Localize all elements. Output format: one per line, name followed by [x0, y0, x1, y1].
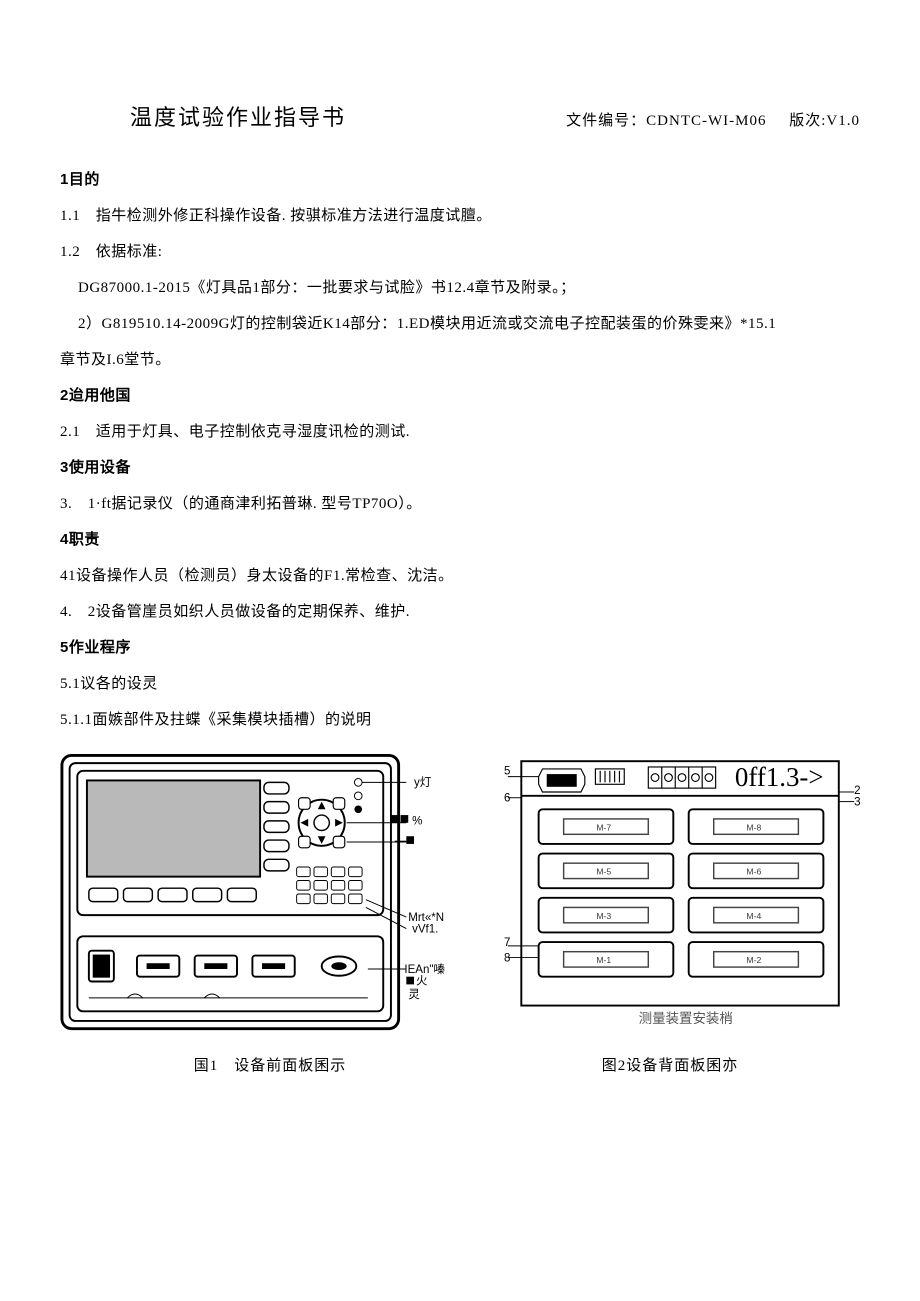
doc-meta: 文件编号：CDNTC-WI-M06 版次:V1.0 — [566, 109, 860, 130]
fig2-num-7: 7 — [504, 937, 510, 949]
fig1-annot-pct: % — [412, 816, 422, 828]
fig2-num-5: 5 — [504, 766, 510, 778]
figure-1-front-panel: y灯 % — Mrt«*N vVf1. IEAn"嗪 火 灵 — [60, 748, 464, 1038]
fig2-bottom-label: 测量装置安装梢 — [639, 1011, 733, 1026]
p-1-2a: DG87000.1-2015《灯具品1部分：一批要求与试脸》书12.4章节及附录… — [60, 270, 860, 306]
p-2-1: 2.1 适用于灯具、电子控制依克寻湿度讯检的测试. — [60, 414, 860, 450]
figure-2-caption: 图2设备背面板囷亦 — [480, 1054, 860, 1075]
fig1-annot-huo: 火 — [416, 974, 428, 987]
p-3-1: 3. 1·ft据记录仪（的通商津利拓普琳. 型号TP70O）。 — [60, 486, 860, 522]
slot-label-m3: M-3 — [596, 911, 611, 921]
p-1-1: 1.1 指牛检测外修正科操作设备. 按骐标准方法进行温度试膻。 — [60, 198, 860, 234]
slot-label-m2: M-2 — [746, 955, 761, 965]
fig2-top-label: 0ff1.3-> — [735, 762, 824, 792]
version-label: 版次: — [789, 113, 826, 129]
figure-1-caption: 国1 设备前面板囷示 — [60, 1054, 480, 1075]
fig1-annot-ydeng: y灯 — [414, 776, 432, 789]
p-5-1: 5.1议各的设灵 — [60, 666, 860, 702]
h-3: 3使用设备 — [60, 450, 860, 486]
fig2-num-6: 6 — [504, 793, 510, 805]
slot-label-m7: M-7 — [596, 822, 611, 832]
p-4-2: 4. 2设备管崖员如织人员做设备的定期保养、维护. — [60, 594, 860, 630]
h-4: 4职责 — [60, 522, 860, 558]
p-1-2c: 章节及I.6堂节。 — [60, 342, 860, 378]
version-value: V1.0 — [826, 113, 860, 129]
doc-num: CDNTC-WI-M06 — [646, 113, 766, 129]
slot-label-m5: M-5 — [596, 867, 611, 877]
fig1-annot-vvf: vVf1. — [412, 923, 438, 935]
fig2-num-8: 8 — [504, 952, 510, 964]
fig1-annot-mrt: Mrt«*N — [408, 912, 444, 924]
h-2: 2迨用他国 — [60, 378, 860, 414]
fig1-black-square-icon — [406, 977, 414, 985]
document-body: 1目的 1.1 指牛检测外修正科操作设备. 按骐标准方法进行温度试膻。 1.2 … — [60, 162, 860, 738]
p-1-2: 1.2 依据标准: — [60, 234, 860, 270]
slot-label-m4: M-4 — [746, 911, 761, 921]
h-1: 1目的 — [60, 162, 860, 198]
svg-text:—: — — [395, 835, 407, 847]
doc-num-label: 文件编号： — [566, 113, 646, 129]
p-4-1: 41设备操作人员（检测员）身太设备的F1.常检查、沈洁。 — [60, 558, 860, 594]
slot-label-m8: M-8 — [746, 822, 761, 832]
fig1-annot-ling: 灵 — [408, 988, 420, 1001]
fig2-num-2: 2 — [854, 785, 860, 797]
p-1-2b: 2）G819510.14-2009G灯的控制袋近K14部分：1.ED模块用近流或… — [60, 306, 860, 342]
figure-row: y灯 % — Mrt«*N vVf1. IEAn"嗪 火 灵 — [60, 748, 860, 1038]
slot-label-m6: M-6 — [746, 867, 761, 877]
fig1-annot-iean: IEAn"嗪 — [404, 963, 445, 976]
slot-label-m1: M-1 — [596, 955, 611, 965]
fig2-num-3: 3 — [854, 796, 860, 808]
page-title: 温度试验作业指导书 — [130, 100, 566, 132]
figure-2-back-panel: 0ff1.3-> — [504, 748, 860, 1038]
p-5-1-1: 5.1.1面嫉部件及拄蝶《采集模块插槽）的说明 — [60, 702, 860, 738]
h-5: 5作业程序 — [60, 630, 860, 666]
